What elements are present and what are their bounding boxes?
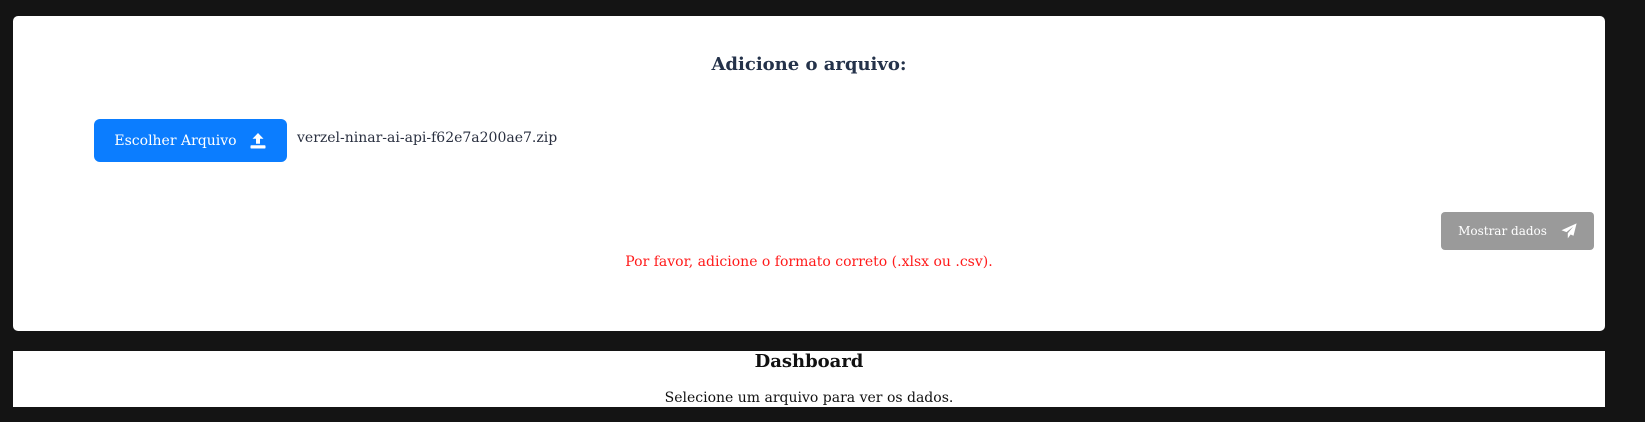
format-error-message: Por favor, adicione o formato correto (.… xyxy=(625,254,993,270)
choose-file-label: Escolher Arquivo xyxy=(114,132,237,149)
selected-file-name: verzel-ninar-ai-api-f62e7a200ae7.zip xyxy=(297,130,558,146)
dashboard-title: Dashboard xyxy=(754,351,864,372)
show-data-button[interactable]: Mostrar dados xyxy=(1441,212,1594,250)
show-data-label: Mostrar dados xyxy=(1458,224,1547,238)
upload-card: Adicione o arquivo: Escolher Arquivo ver… xyxy=(13,16,1605,331)
choose-file-button[interactable]: Escolher Arquivo xyxy=(94,119,287,162)
upload-icon xyxy=(249,132,267,150)
dashboard-card: Dashboard Selecione um arquivo para ver … xyxy=(13,351,1605,407)
paper-plane-icon xyxy=(1561,223,1577,239)
upload-title: Adicione o arquivo: xyxy=(711,54,907,75)
dashboard-empty-message: Selecione um arquivo para ver os dados. xyxy=(664,390,954,406)
